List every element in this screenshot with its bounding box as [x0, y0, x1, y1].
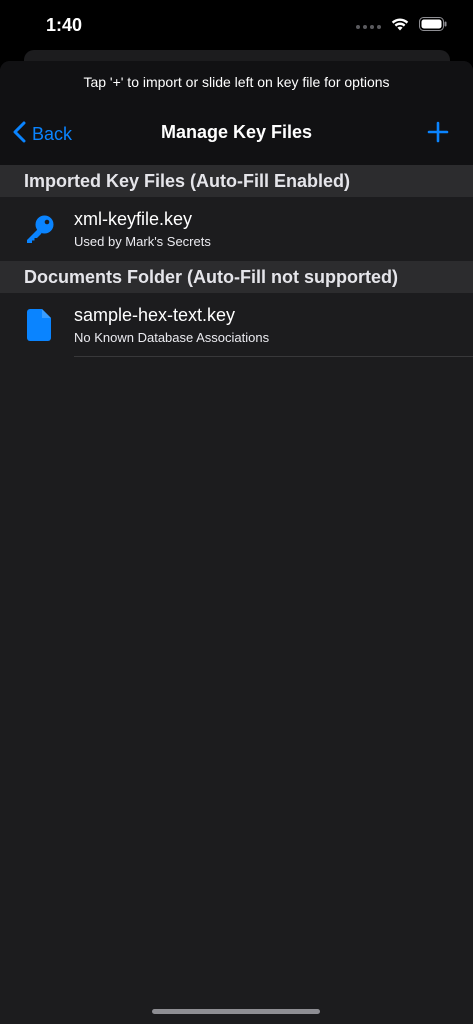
list-item-document[interactable]: sample-hex-text.key No Known Database As… [0, 293, 473, 357]
add-button[interactable] [427, 121, 449, 148]
navigation-bar: Tap '+' to import or slide left on key f… [0, 61, 473, 165]
section-header-documents: Documents Folder (Auto-Fill not supporte… [0, 261, 473, 293]
document-subtitle: No Known Database Associations [74, 330, 270, 345]
keyfile-subtitle: Used by Mark's Secrets [74, 234, 211, 249]
status-time: 1:40 [46, 15, 83, 35]
status-bar: 1:40 [0, 0, 473, 50]
instruction-prompt: Tap '+' to import or slide left on key f… [83, 74, 390, 90]
section-header-imported: Imported Key Files (Auto-Fill Enabled) [0, 165, 473, 197]
row-separator [74, 356, 473, 357]
modal-sheet: Tap '+' to import or slide left on key f… [0, 61, 473, 1024]
plus-icon [427, 121, 449, 147]
wifi-icon [391, 17, 409, 36]
home-indicator [152, 1009, 320, 1014]
cellular-signal-icon [356, 24, 381, 29]
document-icon [0, 308, 74, 342]
keyfile-name: xml-keyfile.key [74, 209, 193, 229]
page-title: Manage Key Files [160, 122, 313, 142]
document-name: sample-hex-text.key [74, 305, 236, 325]
battery-icon [419, 17, 447, 36]
status-icons [356, 17, 447, 36]
key-icon [0, 212, 74, 246]
list-item-keyfile[interactable]: xml-keyfile.key Used by Mark's Secrets [0, 197, 473, 261]
